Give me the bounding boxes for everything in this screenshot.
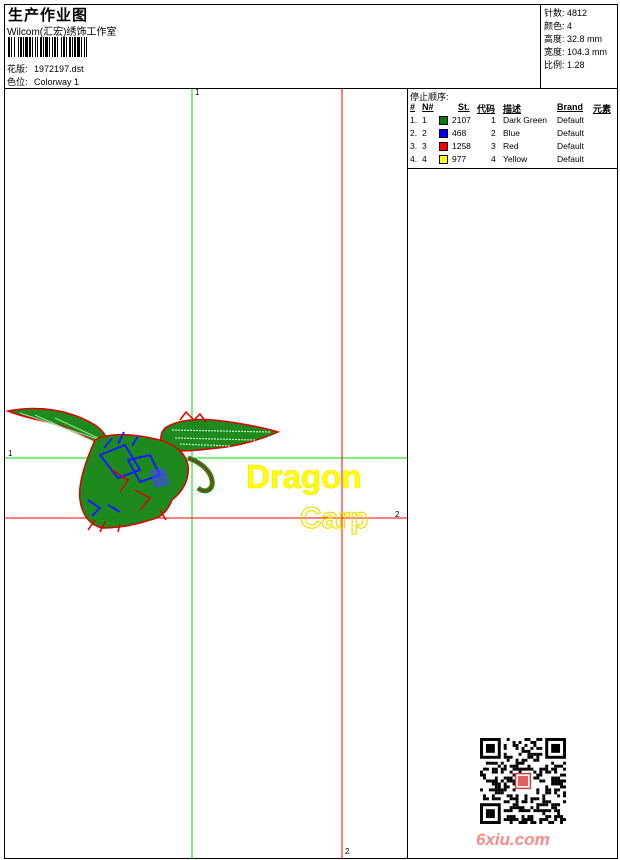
guide-label-green-horizontal: 1 [8,449,13,458]
qr-code-icon [480,738,566,824]
design-canvas: Dragon Carp [5,89,407,859]
guide-label-green-vertical: 1 [195,88,200,97]
guide-label-red-horizontal: 2 [395,510,400,519]
guide-label-red-vertical: 2 [345,847,350,856]
dragon-lettering: Dragon [246,458,362,495]
dragon-embroidery [5,407,281,533]
carp-lettering: Carp [300,502,368,535]
watermark-text: 6xiu.com [476,830,550,849]
